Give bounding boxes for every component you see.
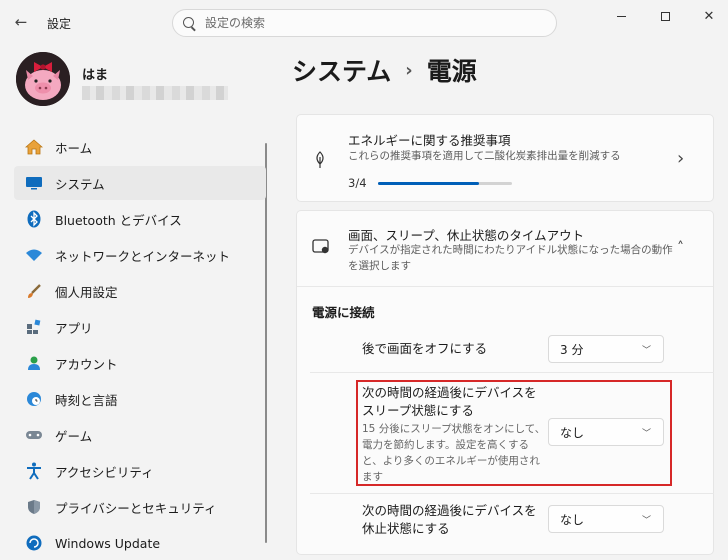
section-header-plugged-in: 電源に接続 <box>312 305 375 320</box>
sidebar-item-time-language[interactable]: 時刻と言語 <box>14 382 266 416</box>
sidebar-item-bluetooth[interactable]: Bluetooth とデバイス <box>14 202 266 236</box>
energy-progress-bar <box>378 182 512 185</box>
sidebar-item-network[interactable]: ネットワークとインターネット <box>14 238 266 272</box>
screen-off-value: 3 分 <box>560 342 584 357</box>
maximize-icon <box>660 11 670 21</box>
brush-icon <box>24 281 44 301</box>
shield-icon <box>24 497 44 517</box>
sleep-description-line2: 電力を節約します。設定を高くする <box>362 439 529 451</box>
sleep-label-line2: スリープ状態にする <box>362 403 474 418</box>
row-divider <box>310 493 714 494</box>
wifi-icon <box>24 245 44 265</box>
sidebar-item-gaming[interactable]: ゲーム <box>14 418 266 452</box>
energy-progress-label: 3/4 <box>348 176 367 190</box>
sidebar-item-label: ホーム <box>55 140 93 156</box>
screen-off-dropdown[interactable]: 3 分 ﹀ <box>548 335 664 363</box>
sleep-description-line3: と、より多くのエネルギーが使用され <box>362 455 540 467</box>
chevron-right-icon[interactable]: › <box>677 148 684 169</box>
app-title: 設定 <box>47 17 72 31</box>
hibernate-label-line2: 休止状態にする <box>362 521 450 536</box>
account-icon <box>24 353 44 373</box>
breadcrumb-separator-icon: › <box>405 59 413 81</box>
sleep-dropdown[interactable]: なし ﹀ <box>548 418 664 446</box>
sidebar-item-label: ネットワークとインターネット <box>55 248 231 264</box>
sleep-description-line1: 15 分後にスリープ状態をオンにして、 <box>362 423 546 435</box>
sidebar-item-label: アプリ <box>55 320 93 336</box>
screen-off-label: 後で画面をオフにする <box>362 341 488 356</box>
hibernate-label-line1: 次の時間の経過後にデバイスを <box>362 503 537 518</box>
close-button[interactable]: ✕ <box>686 0 728 32</box>
search-input[interactable] <box>205 14 535 32</box>
energy-progress-fill <box>378 182 479 185</box>
sidebar-item-accessibility[interactable]: アクセシビリティ <box>14 454 266 488</box>
search-icon <box>183 17 194 28</box>
back-button[interactable]: ← <box>6 8 36 36</box>
leaf-icon <box>313 151 327 173</box>
sidebar-item-label: プライバシーとセキュリティ <box>55 500 217 516</box>
chevron-up-icon[interactable]: ˄ <box>677 240 684 256</box>
minimize-button[interactable] <box>598 0 644 32</box>
bluetooth-icon <box>24 209 44 229</box>
pig-avatar-icon <box>16 52 70 106</box>
timeout-card-subtitle-line1: デバイスが指定された時間にわたりアイドル状態になった場合の動作 <box>348 244 673 256</box>
sleep-description-line4: ます <box>362 471 383 483</box>
chevron-down-icon: ﹀ <box>641 346 651 356</box>
sidebar-item-accounts[interactable]: アカウント <box>14 346 266 380</box>
row-divider <box>310 372 714 373</box>
sidebar-item-label: Bluetooth とデバイス <box>55 212 182 228</box>
avatar[interactable] <box>16 52 70 106</box>
breadcrumb: システム › 電源 <box>292 52 477 88</box>
minimize-icon <box>616 15 626 17</box>
accessibility-icon <box>24 461 44 481</box>
sidebar-item-label: Windows Update <box>55 535 161 551</box>
apps-icon <box>24 317 44 337</box>
sidebar-item-home[interactable]: ホーム <box>14 130 266 164</box>
breadcrumb-parent[interactable]: システム <box>292 52 391 88</box>
chevron-down-icon: ﹀ <box>641 429 651 439</box>
sidebar-item-system[interactable]: システム <box>14 166 266 200</box>
energy-card-subtitle: これらの推奨事項を適用して二酸化炭素排出量を削減する <box>348 150 621 162</box>
user-email-blurred <box>82 86 228 100</box>
hibernate-dropdown[interactable]: なし ﹀ <box>548 505 664 533</box>
globe-clock-icon <box>24 389 44 409</box>
sidebar-item-label: システム <box>55 176 105 192</box>
sidebar-item-label: 個人用設定 <box>55 284 118 300</box>
sidebar-item-label: アクセシビリティ <box>55 464 154 480</box>
energy-card-title: エネルギーに関する推奨事項 <box>348 133 511 148</box>
update-icon <box>24 533 44 553</box>
card-header-divider <box>297 286 713 287</box>
maximize-button[interactable] <box>642 0 688 32</box>
timeout-card-subtitle-line2: を選択します <box>348 260 411 272</box>
sleep-label-line1: 次の時間の経過後にデバイスを <box>362 385 537 400</box>
back-arrow-icon: ← <box>14 13 28 31</box>
user-name: はま <box>82 68 109 83</box>
sidebar-item-label: 時刻と言語 <box>55 392 118 408</box>
hibernate-value: なし <box>560 512 585 527</box>
sidebar-item-label: アカウント <box>55 356 118 372</box>
close-icon: ✕ <box>703 8 715 24</box>
breadcrumb-current: 電源 <box>426 57 477 86</box>
sleep-value: なし <box>560 425 585 440</box>
chevron-down-icon: ﹀ <box>641 516 651 526</box>
gamepad-icon <box>24 425 44 445</box>
sidebar-item-label: ゲーム <box>55 428 93 444</box>
sidebar-item-privacy[interactable]: プライバシーとセキュリティ <box>14 490 266 524</box>
screen-sleep-icon <box>312 239 330 259</box>
system-icon <box>24 173 44 193</box>
sidebar-item-personalization[interactable]: 個人用設定 <box>14 274 266 308</box>
home-icon <box>24 137 44 157</box>
sidebar-item-apps[interactable]: アプリ <box>14 310 266 344</box>
